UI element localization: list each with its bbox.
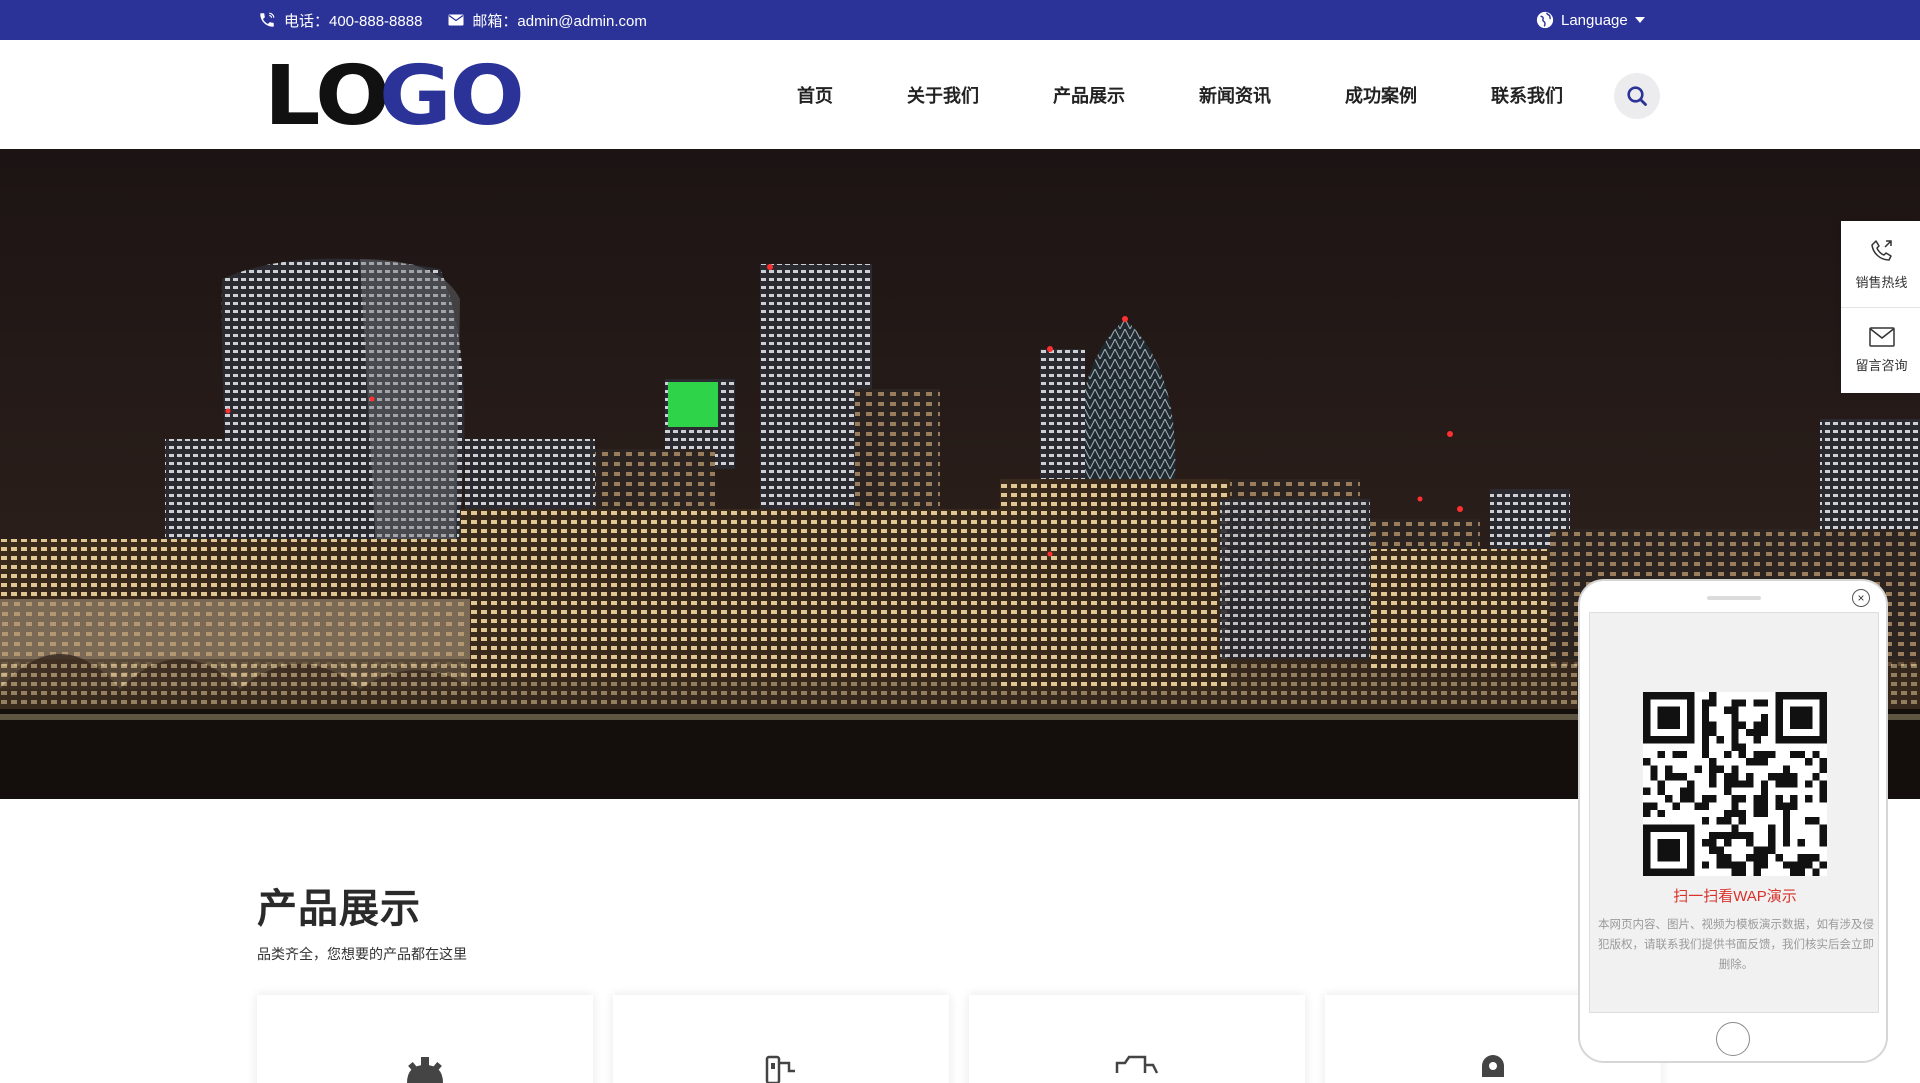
close-icon: × [1857,591,1865,605]
product-card[interactable] [257,995,593,1083]
envelope-icon [1868,327,1895,347]
main-nav: 首页 关于我们 产品展示 新闻资讯 成功案例 联系我们 [760,40,1600,149]
nav-item-cases[interactable]: 成功案例 [1308,82,1454,108]
phone-home-button [1716,1022,1750,1056]
site-header: LO GO 首页 关于我们 产品展示 新闻资讯 成功案例 联系我们 [0,40,1920,149]
mail-icon [448,14,464,26]
language-selector[interactable]: Language [1536,0,1645,40]
gear-icon [407,1057,443,1083]
phone-text: 电话：400-888-8888 [284,12,423,30]
copyright-note: 本网页内容、图片、视频为模板演示数据，如有涉及侵犯版权，请联系我们提供书面反馈，… [1598,919,1874,971]
location-icon [1482,1055,1504,1077]
logo-text-blue: GO [379,49,525,144]
search-icon [1627,86,1647,106]
top-bar: 电话：400-888-8888 邮箱：admin@admin.com Langu… [0,0,1920,40]
phone-contact[interactable]: 电话：400-888-8888 [258,10,422,31]
search-button[interactable] [1614,73,1660,119]
close-popup-button[interactable]: × [1852,589,1870,607]
email-contact[interactable]: 邮箱：admin@admin.com [448,10,647,31]
language-label: Language [1561,11,1628,29]
product-card[interactable] [969,995,1305,1083]
sales-hotline-button[interactable]: 销售热线 [1841,221,1920,307]
machine-icon [765,1055,795,1083]
nav-item-products[interactable]: 产品展示 [1016,82,1162,108]
message-consult-button[interactable]: 留言咨询 [1841,307,1920,393]
site-logo[interactable]: LO GO [264,56,525,138]
scan-label: 扫一扫看WAP演示 [1673,888,1797,905]
nav-item-contact[interactable]: 联系我们 [1454,82,1600,108]
phone-icon [260,12,275,27]
wap-qr-popup: × 扫一扫看WAP演示 本网页内容、图片、视频为模板演示数据，如有涉及侵犯版权，… [1578,579,1888,1063]
nav-item-about[interactable]: 关于我们 [870,82,1016,108]
products-section-title: 产品展示 [257,887,421,931]
caret-down-icon [1634,17,1645,23]
message-consult-label: 留言咨询 [1855,358,1908,373]
contact-info: 电话：400-888-8888 邮箱：admin@admin.com [258,0,647,40]
email-text: 邮箱：admin@admin.com [472,12,647,30]
phone-call-icon [1870,239,1892,261]
phone-speaker [1707,596,1761,600]
globe-icon [1536,11,1554,29]
side-float-bar: 销售热线 留言咨询 [1841,221,1920,393]
nav-item-news[interactable]: 新闻资讯 [1162,82,1308,108]
nav-item-home[interactable]: 首页 [760,82,870,108]
sales-hotline-label: 销售热线 [1855,274,1908,290]
product-category-cards [257,995,1661,1083]
product-card[interactable] [613,995,949,1083]
phone-screen: 扫一扫看WAP演示 本网页内容、图片、视频为模板演示数据，如有涉及侵犯版权，请联… [1589,612,1879,1013]
logo-text-dark: LO [264,49,390,144]
products-section-subtitle: 品类齐全，您想要的产品都在这里 [257,946,467,962]
qr-code-image [1643,692,1827,876]
truck-icon [1115,1055,1159,1074]
